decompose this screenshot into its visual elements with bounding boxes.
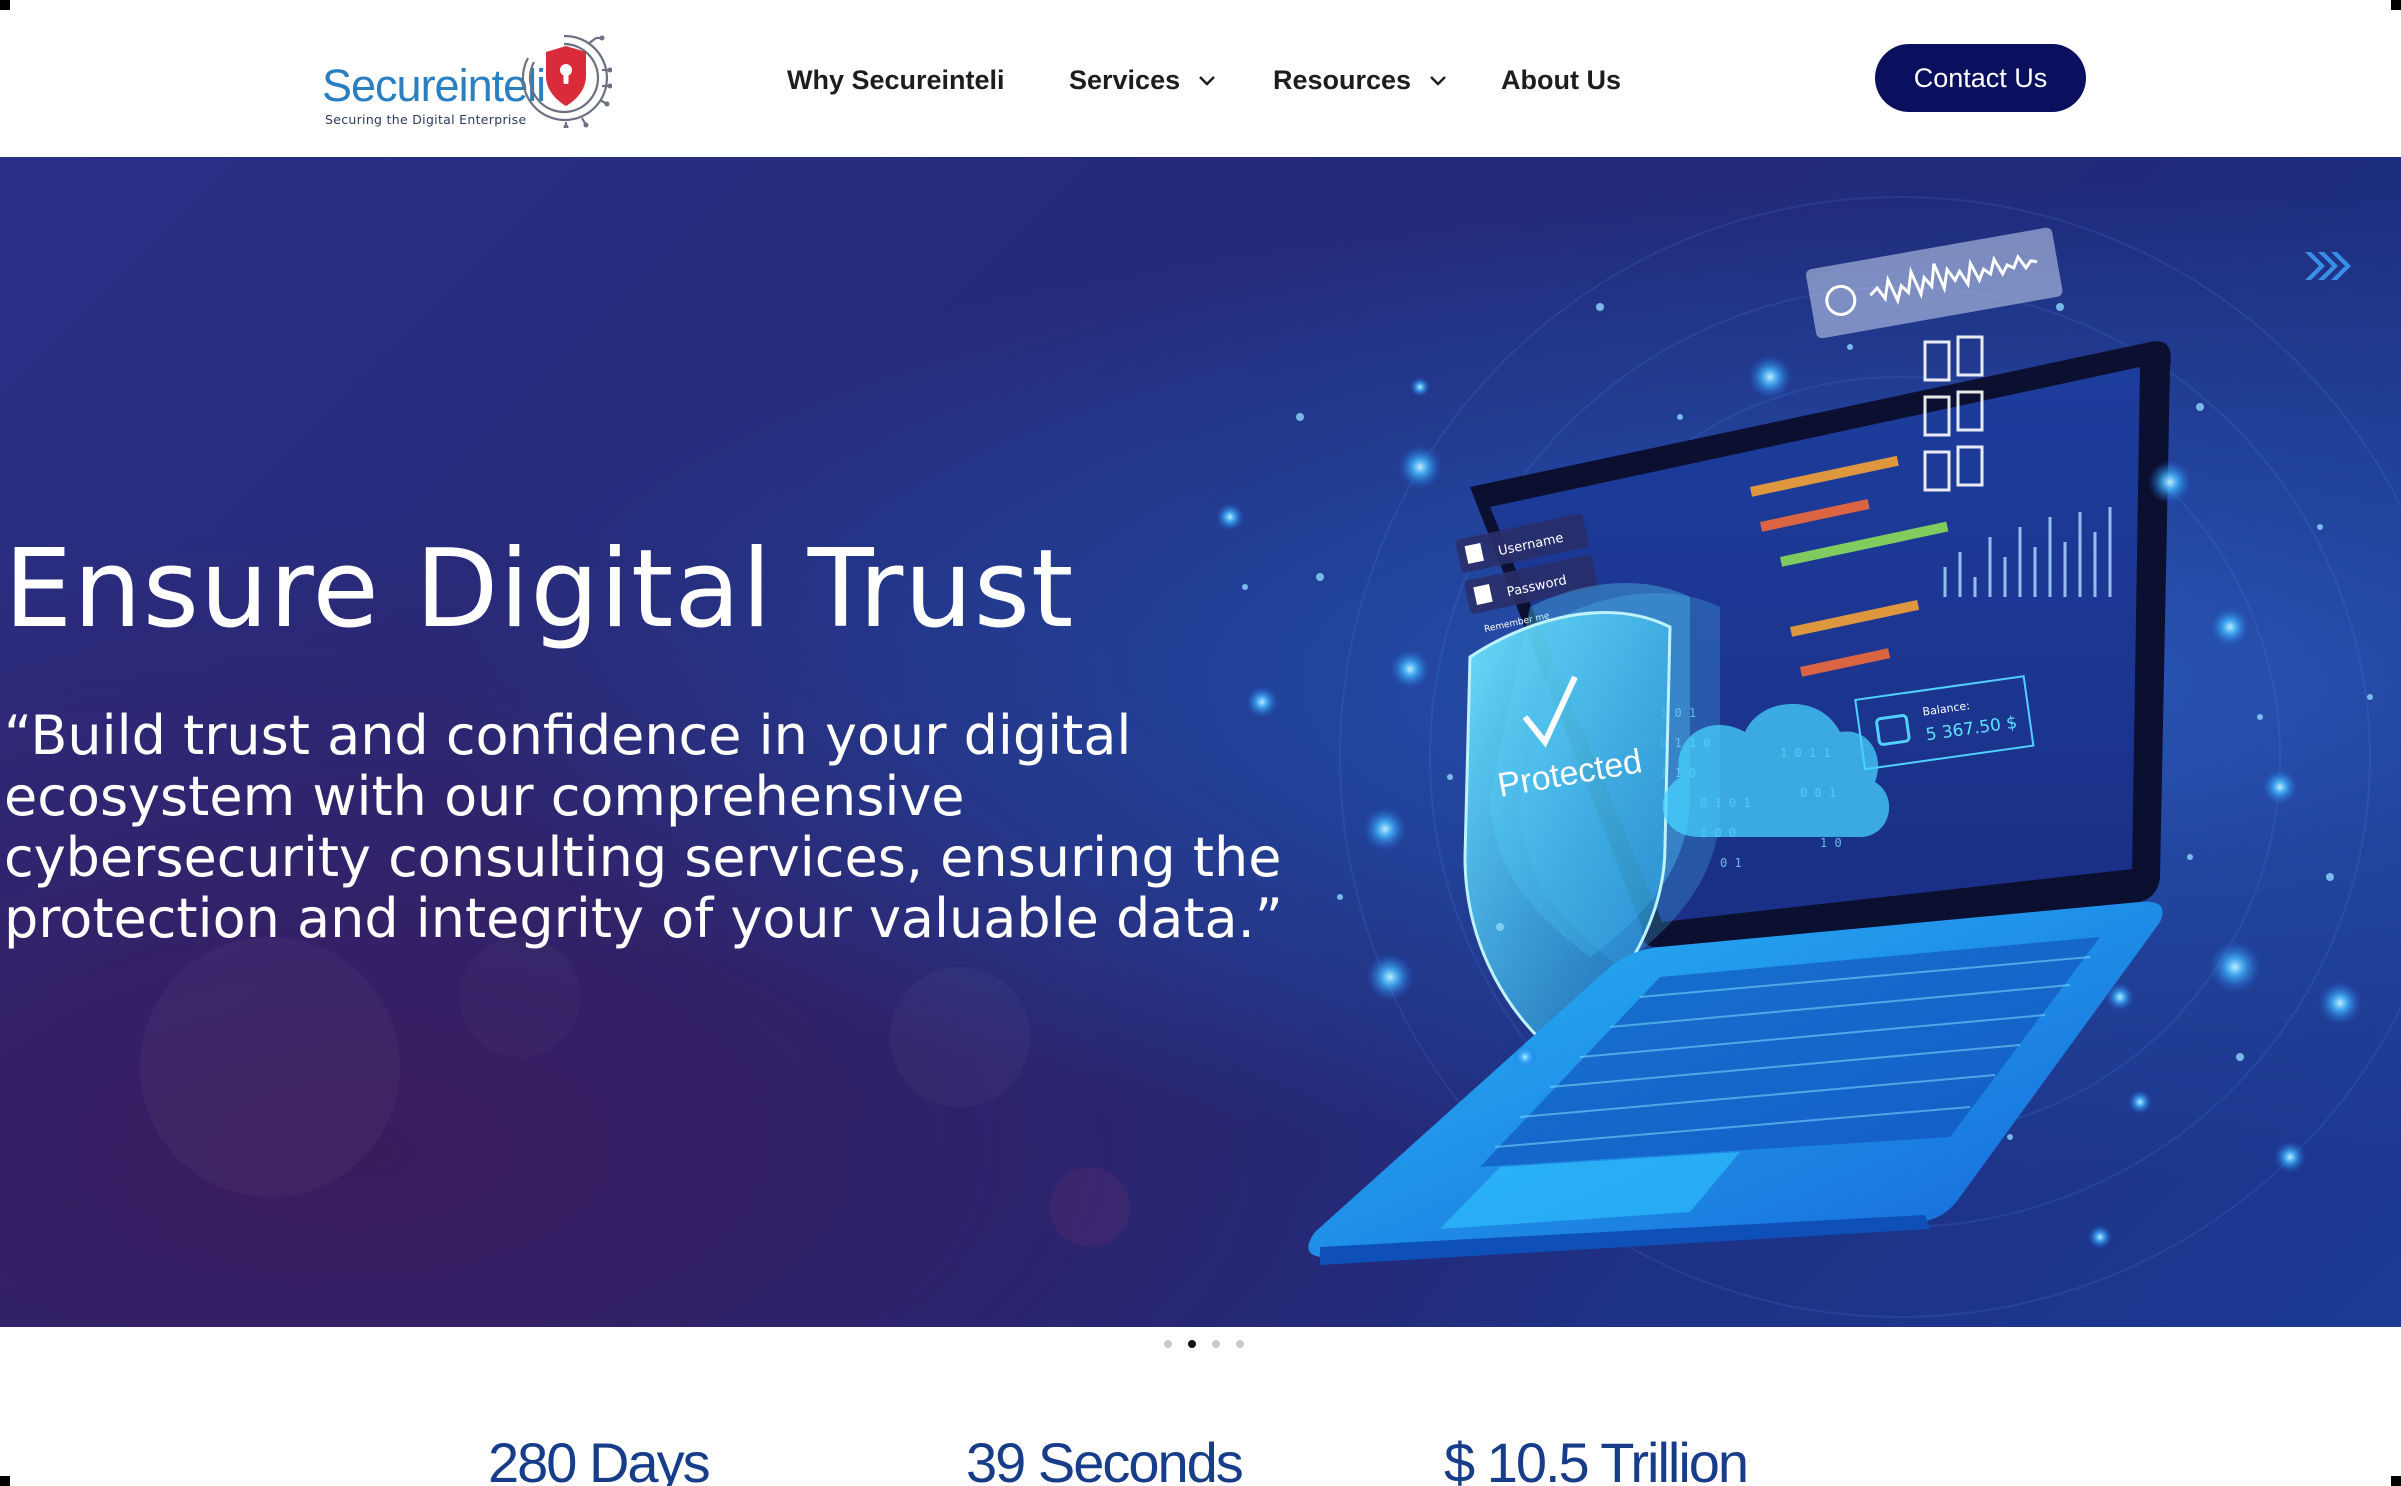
carousel-pagination [1160, 1340, 1244, 1350]
contact-us-button[interactable]: Contact Us [1875, 44, 2086, 112]
carousel-dot-4[interactable] [1236, 1340, 1244, 1348]
site-header: Secureinteli Securing the Digital Enterp… [0, 0, 2401, 156]
carousel-dot-2-active[interactable] [1188, 1340, 1196, 1348]
chevron-down-icon [1199, 76, 1215, 86]
carousel-dot-1[interactable] [1164, 1340, 1172, 1348]
page-frame: Secureinteli Securing the Digital Enterp… [0, 0, 2401, 1486]
chevron-down-icon [1430, 76, 1446, 86]
nav-item-services[interactable]: Services [1069, 60, 1218, 100]
carousel-dot-3[interactable] [1212, 1340, 1220, 1348]
hero-title: Ensure Digital Trust [4, 527, 1075, 652]
corner-mark [2391, 0, 2401, 10]
svg-text:1 0: 1 0 [1820, 836, 1842, 850]
nav-item-label: Resources [1273, 64, 1412, 95]
svg-text:0 1: 0 1 [1720, 856, 1742, 870]
brand-name: Secureinteli [322, 60, 546, 111]
nav-item-label: Why Secureinteli [787, 64, 1005, 95]
shield-lock-icon [521, 34, 612, 128]
stat-value-seconds: 39 Seconds [966, 1431, 1244, 1486]
nav-item-resources[interactable]: Resources [1273, 60, 1449, 100]
brand-tagline: Securing the Digital Enterprise [325, 112, 527, 127]
stat-value-trillion: $ 10.5 Trillion [1444, 1431, 1749, 1486]
nav-item-label: Services [1069, 64, 1181, 95]
stat-value-days: 280 Days [488, 1431, 711, 1486]
hero-quote: “Build trust and confidence in your digi… [4, 704, 1283, 950]
corner-mark [2391, 1476, 2401, 1486]
corner-mark [0, 0, 10, 10]
nav-item-why-secureinteli[interactable]: Why Secureinteli [787, 60, 1005, 100]
hero-slider: Username Password Remember me Balance: 5… [0, 157, 2401, 1327]
brand-logo[interactable]: Secureinteli Securing the Digital Enterp… [320, 30, 612, 134]
nav-item-label: About Us [1501, 64, 1621, 95]
nav-item-about-us[interactable]: About Us [1501, 60, 1621, 100]
corner-mark [0, 1476, 10, 1486]
